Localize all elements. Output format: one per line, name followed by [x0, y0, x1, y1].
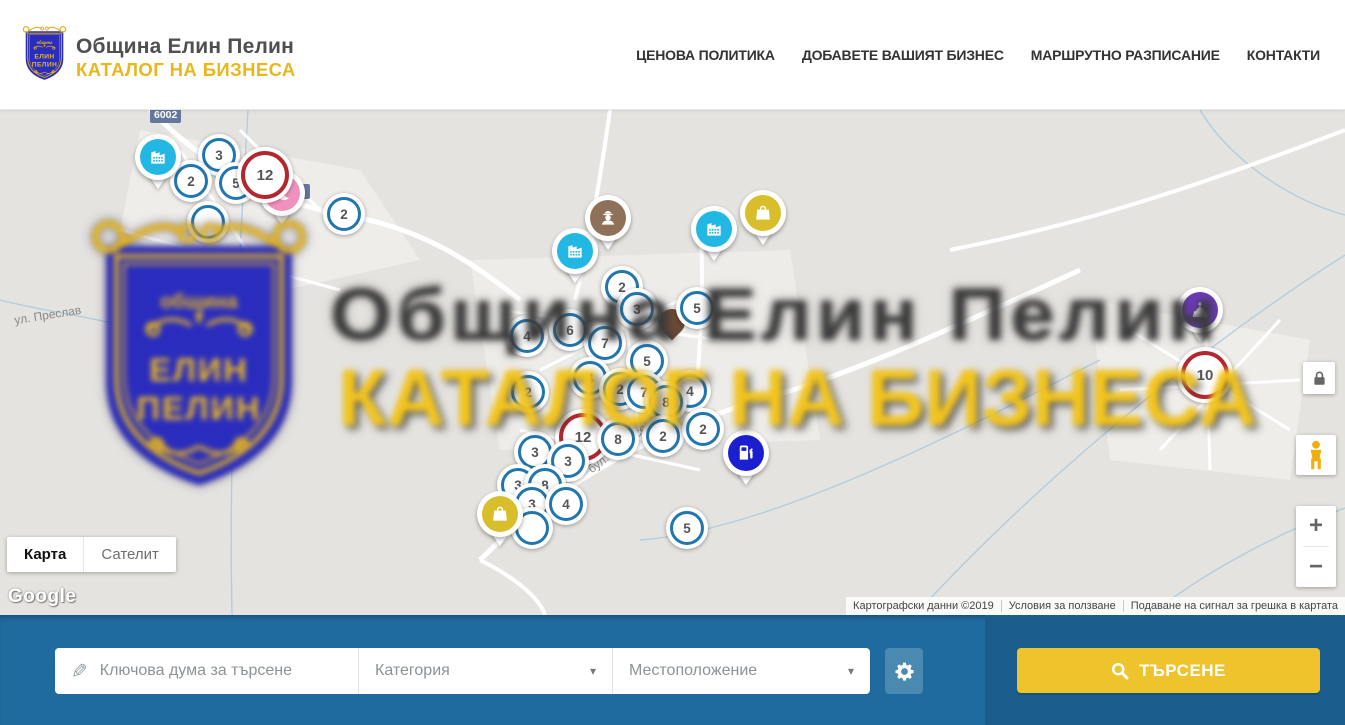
pegman-street-view[interactable]	[1296, 435, 1336, 475]
chevron-down-icon: ▾	[590, 664, 596, 678]
svg-text:ЕЛИН: ЕЛИН	[34, 54, 54, 61]
map-type-button[interactable]: Карта	[7, 537, 83, 572]
google-logo[interactable]: Google	[8, 586, 76, 608]
map-cluster-marker[interactable]: 5	[666, 507, 708, 549]
map-pin-factory[interactable]	[691, 206, 737, 266]
map-type-control: Карта Сателит	[7, 537, 176, 572]
attribution-copyright: Картографски данни ©2019	[846, 600, 1001, 612]
advanced-settings-button[interactable]	[885, 648, 923, 694]
keyword-search-input[interactable]	[100, 662, 346, 680]
map-cluster-marker[interactable]: 4	[545, 483, 587, 525]
map-attribution: Картографски данни ©2019 Условия за полз…	[846, 597, 1345, 615]
page: община ЕЛИН ПЕЛИН Община Елин Пелин КАТА…	[0, 0, 1345, 725]
location-select[interactable]: Местоположение ▾	[612, 648, 870, 694]
map-cluster-marker[interactable]: 12	[237, 147, 293, 203]
category-select[interactable]: Категория ▾	[358, 648, 612, 694]
municipality-crest-icon: община ЕЛИН ПЕЛИН	[21, 24, 68, 84]
nav-item-pricing[interactable]: ЦЕНОВА ПОЛИТИКА	[636, 47, 775, 63]
search-icon	[1111, 662, 1129, 680]
bag-icon	[482, 496, 518, 532]
zoom-in-button[interactable]: +	[1296, 506, 1336, 546]
search-bar: ✎ Категория ▾ Местоположение ▾ ТЪРСЕНЕ	[0, 615, 1345, 725]
pegman-icon	[1305, 440, 1327, 470]
svg-text:ПЕЛИН: ПЕЛИН	[32, 62, 57, 69]
site-title: Община Елин Пелин	[76, 35, 294, 59]
map-pin-factory[interactable]	[135, 134, 181, 194]
pencil-icon: ✎	[71, 659, 88, 684]
map-cluster-marker[interactable]: 2	[323, 193, 365, 235]
keyword-field-wrap: ✎	[55, 648, 358, 694]
attribution-report-error-link[interactable]: Подаване на сигнал за грешка в картата	[1123, 600, 1345, 612]
map-pin-bag[interactable]	[740, 190, 786, 250]
factory-icon	[140, 139, 176, 175]
svg-text:ЕЛИН: ЕЛИН	[149, 351, 248, 388]
chevron-down-icon: ▾	[848, 664, 854, 678]
search-button-label: ТЪРСЕНЕ	[1139, 661, 1226, 681]
worker-icon	[590, 200, 626, 236]
lock-icon[interactable]	[1303, 362, 1335, 394]
factory-icon	[696, 211, 732, 247]
category-select-value: Категория	[375, 662, 450, 680]
zoom-out-button[interactable]: −	[1296, 547, 1336, 587]
nav-item-add-business[interactable]: ДОБАВЕТЕ ВАШИЯТ БИЗНЕС	[802, 47, 1004, 63]
zoom-control: + −	[1296, 506, 1336, 587]
map-pin-worker[interactable]	[585, 195, 631, 255]
nav-item-contacts[interactable]: КОНТАКТИ	[1247, 47, 1320, 63]
bag-icon	[745, 195, 781, 231]
gear-icon	[894, 661, 915, 682]
svg-text:община: община	[37, 40, 54, 45]
svg-text:община: община	[160, 291, 238, 313]
svg-text:ПЕЛИН: ПЕЛИН	[137, 389, 262, 426]
header: община ЕЛИН ПЕЛИН Община Елин Пелин КАТА…	[0, 0, 1345, 110]
location-select-value: Местоположение	[629, 662, 757, 680]
map-canvas[interactable]: 6002 ул. Преслав бул. „Новосел 325122235…	[0, 110, 1345, 615]
watermark-subtitle: КАТАЛОГ НА БИЗНЕСА	[338, 352, 1257, 444]
search-button[interactable]: ТЪРСЕНЕ	[1017, 648, 1320, 693]
attribution-terms-link[interactable]: Условия за ползване	[1001, 600, 1123, 612]
map-pin-bag[interactable]	[477, 491, 523, 551]
site-subtitle: КАТАЛОГ НА БИЗНЕСА	[76, 59, 296, 81]
satellite-type-button[interactable]: Сателит	[83, 537, 176, 572]
main-nav: ЦЕНОВА ПОЛИТИКА ДОБАВЕТЕ ВАШИЯТ БИЗНЕС М…	[636, 0, 1320, 110]
nav-item-route-schedule[interactable]: МАРШРУТНО РАЗПИСАНИЕ	[1031, 47, 1220, 63]
watermark-title: Община Елин Пелин	[330, 272, 1220, 357]
watermark-crest: община ЕЛИН ПЕЛИН	[83, 212, 315, 504]
search-form: ✎ Категория ▾ Местоположение ▾	[55, 648, 870, 694]
